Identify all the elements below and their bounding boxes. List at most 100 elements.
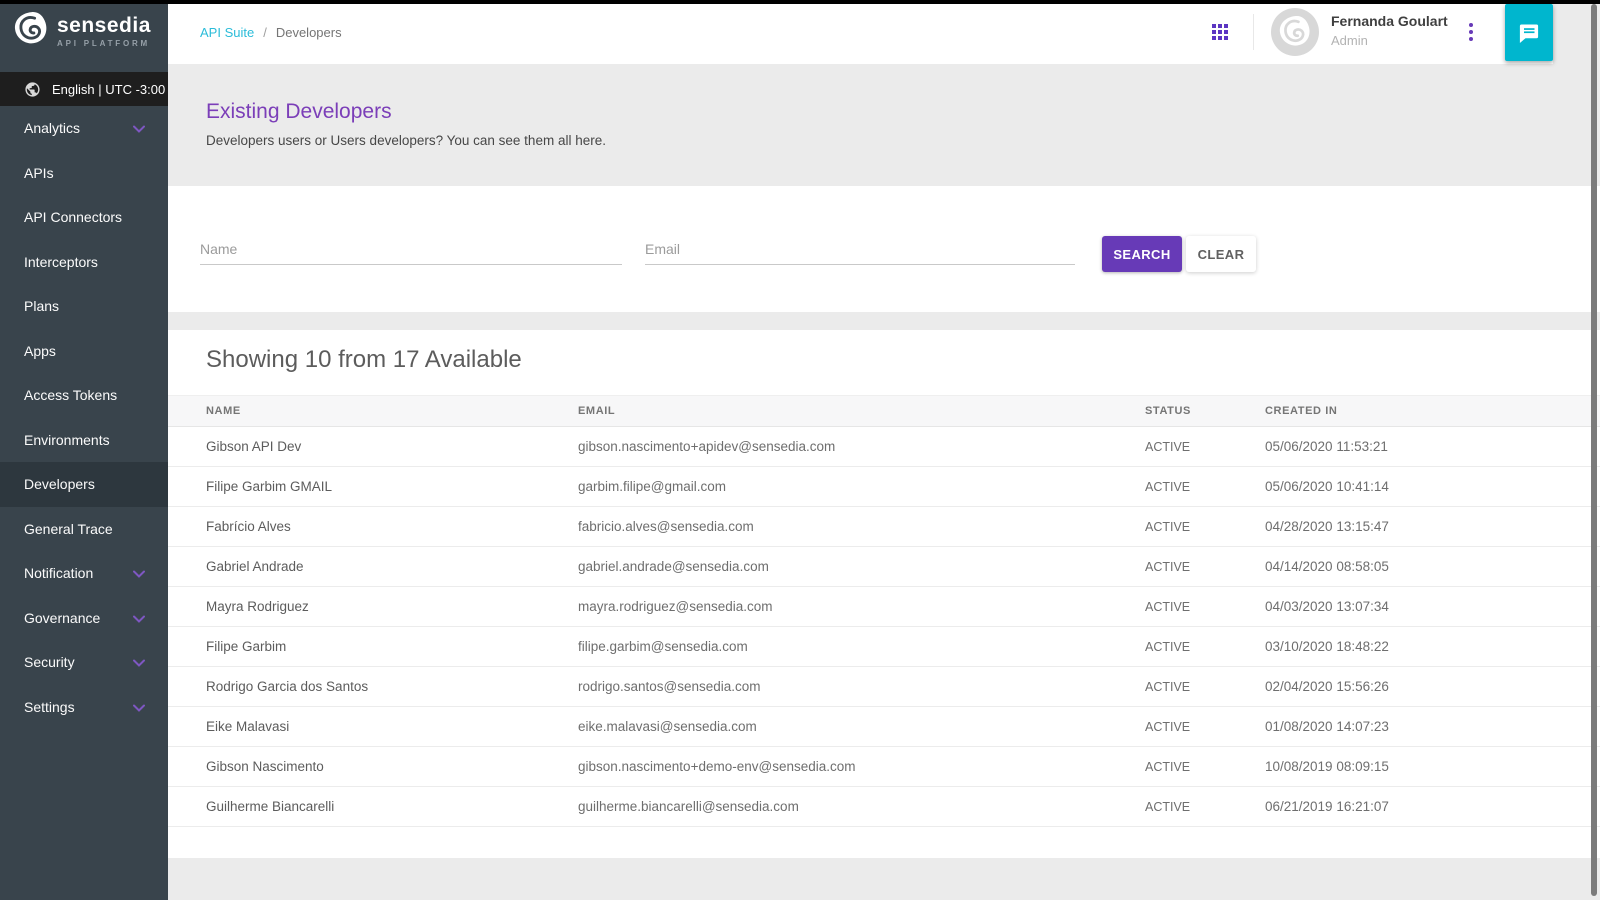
apps-grid-icon[interactable] [1204, 16, 1236, 48]
table-row[interactable]: Gabriel Andradegabriel.andrade@sensedia.… [168, 547, 1600, 587]
user-name: Fernanda Goulart [1331, 13, 1448, 31]
cell-status: ACTIVE [1145, 760, 1265, 774]
table-row[interactable]: Filipe Garbim GMAILgarbim.filipe@gmail.c… [168, 467, 1600, 507]
sidebar-item-notification[interactable]: Notification [0, 551, 168, 596]
sidebar-item-label: Access Tokens [24, 387, 117, 403]
cell-email: garbim.filipe@gmail.com [578, 479, 1145, 494]
globe-icon [24, 81, 41, 98]
cell-created: 03/10/2020 18:48:22 [1265, 639, 1600, 654]
sidebar-item-governance[interactable]: Governance [0, 596, 168, 641]
sidebar-item-apis[interactable]: APIs [0, 151, 168, 196]
table-row[interactable]: Filipe Garbimfilipe.garbim@sensedia.comA… [168, 627, 1600, 667]
sidebar-item-label: APIs [24, 165, 54, 181]
cell-email: gibson.nascimento+demo-env@sensedia.com [578, 759, 1145, 774]
breadcrumb-current: Developers [276, 25, 342, 40]
breadcrumb-link-api-suite[interactable]: API Suite [200, 25, 254, 40]
cell-status: ACTIVE [1145, 520, 1265, 534]
sidebar-item-environments[interactable]: Environments [0, 418, 168, 463]
table-row[interactable]: Mayra Rodriguezmayra.rodriguez@sensedia.… [168, 587, 1600, 627]
main-area: API Suite / Developers Fernanda Goulart [168, 0, 1600, 900]
cell-email: guilherme.biancarelli@sensedia.com [578, 799, 1145, 814]
sidebar-item-api-connectors[interactable]: API Connectors [0, 195, 168, 240]
column-header-created: CREATED IN [1265, 405, 1600, 417]
sidebar-item-plans[interactable]: Plans [0, 284, 168, 329]
page-scrollbar[interactable] [1591, 4, 1597, 896]
table-row[interactable]: Fabrício Alvesfabricio.alves@sensedia.co… [168, 507, 1600, 547]
sidebar-item-label: Plans [24, 298, 59, 314]
chat-support-button[interactable] [1505, 4, 1553, 61]
cell-created: 01/08/2020 14:07:23 [1265, 719, 1600, 734]
cell-name: Filipe Garbim GMAIL [206, 479, 578, 494]
cell-status: ACTIVE [1145, 480, 1265, 494]
clear-button[interactable]: CLEAR [1186, 236, 1256, 272]
chevron-down-icon [133, 699, 145, 715]
user-info: Fernanda Goulart Admin [1331, 13, 1448, 49]
sidebar-item-settings[interactable]: Settings [0, 685, 168, 730]
search-button[interactable]: SEARCH [1102, 236, 1182, 272]
column-header-name: NAME [206, 405, 578, 417]
column-header-status: STATUS [1145, 405, 1265, 417]
sidebar-item-apps[interactable]: Apps [0, 329, 168, 374]
name-input[interactable] [200, 234, 622, 265]
topbar-divider [1253, 14, 1254, 50]
cell-name: Rodrigo Garcia dos Santos [206, 679, 578, 694]
cell-created: 05/06/2020 11:53:21 [1265, 439, 1600, 454]
page-title: Existing Developers [206, 100, 392, 124]
cell-created: 04/14/2020 08:58:05 [1265, 559, 1600, 574]
language-label: English | UTC -3:00 [52, 82, 165, 97]
sidebar-nav: Analytics APIs API Connectors Interceptors P… [0, 106, 168, 729]
sidebar-item-access-tokens[interactable]: Access Tokens [0, 373, 168, 418]
cell-email: filipe.garbim@sensedia.com [578, 639, 1145, 654]
cell-email: gabriel.andrade@sensedia.com [578, 559, 1145, 574]
cell-name: Gibson API Dev [206, 439, 578, 454]
cell-created: 02/04/2020 15:56:26 [1265, 679, 1600, 694]
cell-name: Guilherme Biancarelli [206, 799, 578, 814]
cell-status: ACTIVE [1145, 720, 1265, 734]
cell-email: rodrigo.santos@sensedia.com [578, 679, 1145, 694]
sidebar-item-general-trace[interactable]: General Trace [0, 507, 168, 552]
user-menu-kebab-icon[interactable] [1460, 18, 1482, 46]
sidebar-item-label: Governance [24, 610, 100, 626]
cell-status: ACTIVE [1145, 440, 1265, 454]
breadcrumb-separator: / [263, 25, 267, 40]
table-row[interactable]: Gibson Nascimentogibson.nascimento+demo-… [168, 747, 1600, 787]
sidebar-item-label: Security [24, 654, 75, 670]
sensedia-swirl-icon [13, 10, 49, 53]
brand-logo[interactable]: sensedia API PLATFORM [0, 0, 168, 62]
table-row[interactable]: Rodrigo Garcia dos Santosrodrigo.santos@… [168, 667, 1600, 707]
sidebar-item-developers[interactable]: Developers [0, 462, 168, 507]
cell-created: 05/06/2020 10:41:14 [1265, 479, 1600, 494]
cell-status: ACTIVE [1145, 560, 1265, 574]
cell-name: Gabriel Andrade [206, 559, 578, 574]
table-row[interactable]: Gibson API Devgibson.nascimento+apidev@s… [168, 427, 1600, 467]
chevron-down-icon [133, 120, 145, 136]
page-subtitle: Developers users or Users developers? Yo… [206, 133, 606, 148]
cell-name: Fabrício Alves [206, 519, 578, 534]
table-row[interactable]: Eike Malavasieike.malavasi@sensedia.comA… [168, 707, 1600, 747]
sidebar-item-security[interactable]: Security [0, 640, 168, 685]
sidebar-item-interceptors[interactable]: Interceptors [0, 240, 168, 285]
search-panel: SEARCH CLEAR [168, 186, 1600, 312]
cell-created: 06/21/2019 16:21:07 [1265, 799, 1600, 814]
cell-name: Eike Malavasi [206, 719, 578, 734]
sidebar-item-label: Settings [24, 699, 75, 715]
user-avatar[interactable] [1271, 8, 1319, 56]
sidebar-item-label: General Trace [24, 521, 113, 537]
chevron-down-icon [133, 565, 145, 581]
sidebar-item-label: Analytics [24, 120, 80, 136]
sidebar-item-label: Notification [24, 565, 93, 581]
cell-email: mayra.rodriguez@sensedia.com [578, 599, 1145, 614]
brand-tagline: API PLATFORM [57, 39, 151, 48]
sidebar-item-label: Developers [24, 476, 95, 492]
cell-email: fabricio.alves@sensedia.com [578, 519, 1145, 534]
chevron-down-icon [133, 654, 145, 670]
table-header: NAME EMAIL STATUS CREATED IN [168, 395, 1600, 427]
sidebar-item-label: Interceptors [24, 254, 98, 270]
cell-status: ACTIVE [1145, 640, 1265, 654]
table-row[interactable]: Guilherme Biancarelliguilherme.biancarel… [168, 787, 1600, 827]
cell-status: ACTIVE [1145, 800, 1265, 814]
chat-bubble-icon [1517, 21, 1541, 45]
email-input[interactable] [645, 234, 1075, 265]
language-selector[interactable]: English | UTC -3:00 [0, 72, 168, 106]
sidebar-item-analytics[interactable]: Analytics [0, 106, 168, 151]
